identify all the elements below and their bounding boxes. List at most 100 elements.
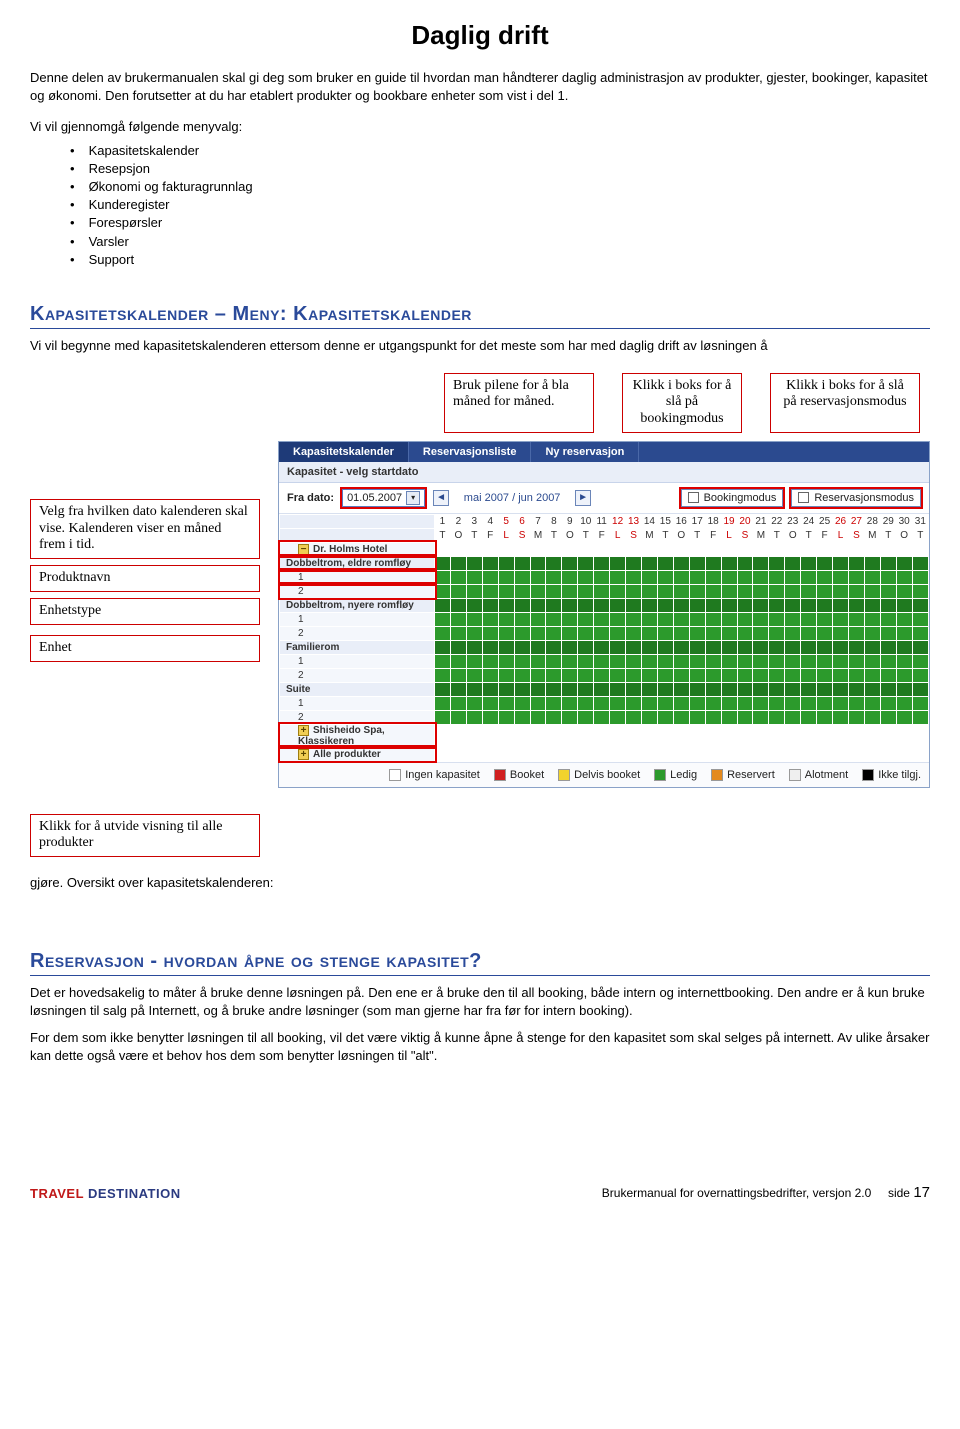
- calendar-cell[interactable]: [594, 640, 610, 654]
- calendar-cell[interactable]: [817, 668, 833, 682]
- calendar-cell[interactable]: [514, 747, 530, 761]
- calendar-cell[interactable]: [657, 640, 673, 654]
- calendar-cell[interactable]: [673, 682, 689, 696]
- calendar-cell[interactable]: [594, 668, 610, 682]
- calendar-cell[interactable]: [817, 542, 833, 556]
- calendar-cell[interactable]: [450, 626, 466, 640]
- calendar-cell[interactable]: [689, 570, 705, 584]
- calendar-cell[interactable]: [705, 668, 721, 682]
- calendar-cell[interactable]: [880, 696, 896, 710]
- calendar-cell[interactable]: [721, 598, 737, 612]
- calendar-cell[interactable]: [673, 668, 689, 682]
- calendar-cell[interactable]: [880, 626, 896, 640]
- calendar-cell[interactable]: [435, 556, 451, 570]
- calendar-cell[interactable]: [641, 724, 657, 747]
- calendar-cell[interactable]: [785, 584, 801, 598]
- calendar-cell[interactable]: [896, 612, 912, 626]
- calendar-cell[interactable]: [562, 626, 578, 640]
- calendar-cell[interactable]: [848, 710, 864, 724]
- calendar-cell[interactable]: [785, 598, 801, 612]
- calendar-cell[interactable]: [546, 682, 562, 696]
- calendar-cell[interactable]: [705, 612, 721, 626]
- calendar-cell[interactable]: [530, 682, 546, 696]
- calendar-cell[interactable]: [514, 584, 530, 598]
- calendar-cell[interactable]: [721, 640, 737, 654]
- calendar-cell[interactable]: [514, 654, 530, 668]
- calendar-cell[interactable]: [912, 640, 928, 654]
- calendar-cell[interactable]: [546, 640, 562, 654]
- calendar-cell[interactable]: [912, 724, 928, 747]
- calendar-cell[interactable]: [610, 626, 626, 640]
- calendar-cell[interactable]: [785, 668, 801, 682]
- calendar-cell[interactable]: [817, 598, 833, 612]
- calendar-cell[interactable]: [498, 654, 514, 668]
- calendar-cell[interactable]: [833, 542, 849, 556]
- calendar-cell[interactable]: [864, 640, 880, 654]
- calendar-cell[interactable]: [833, 570, 849, 584]
- calendar-cell[interactable]: [848, 696, 864, 710]
- calendar-cell[interactable]: [562, 542, 578, 556]
- calendar-cell[interactable]: [530, 570, 546, 584]
- calendar-cell[interactable]: [753, 710, 769, 724]
- calendar-cell[interactable]: [594, 696, 610, 710]
- calendar-cell[interactable]: [626, 584, 642, 598]
- calendar-cell[interactable]: [833, 556, 849, 570]
- calendar-cell[interactable]: [753, 640, 769, 654]
- calendar-cell[interactable]: [769, 584, 785, 598]
- calendar-cell[interactable]: [578, 612, 594, 626]
- calendar-cell[interactable]: [753, 570, 769, 584]
- calendar-cell[interactable]: [482, 724, 498, 747]
- calendar-cell[interactable]: [546, 556, 562, 570]
- calendar-cell[interactable]: [482, 668, 498, 682]
- calendar-cell[interactable]: [626, 626, 642, 640]
- calendar-cell[interactable]: [530, 640, 546, 654]
- calendar-cell[interactable]: [880, 668, 896, 682]
- calendar-cell[interactable]: [610, 747, 626, 761]
- calendar-cell[interactable]: [737, 654, 753, 668]
- calendar-cell[interactable]: [450, 710, 466, 724]
- calendar-cell[interactable]: [657, 542, 673, 556]
- calendar-cell[interactable]: [737, 556, 753, 570]
- calendar-cell[interactable]: [594, 542, 610, 556]
- calendar-cell[interactable]: [912, 598, 928, 612]
- calendar-cell[interactable]: [466, 570, 482, 584]
- calendar-cell[interactable]: [817, 556, 833, 570]
- calendar-cell[interactable]: [546, 612, 562, 626]
- calendar-cell[interactable]: [753, 626, 769, 640]
- calendar-cell[interactable]: [466, 556, 482, 570]
- calendar-cell[interactable]: [848, 747, 864, 761]
- calendar-cell[interactable]: [912, 584, 928, 598]
- calendar-cell[interactable]: [689, 710, 705, 724]
- calendar-cell[interactable]: [498, 570, 514, 584]
- calendar-cell[interactable]: [514, 626, 530, 640]
- calendar-cell[interactable]: [514, 542, 530, 556]
- calendar-cell[interactable]: [498, 696, 514, 710]
- calendar-cell[interactable]: [482, 570, 498, 584]
- calendar-cell[interactable]: [578, 668, 594, 682]
- calendar-cell[interactable]: [880, 570, 896, 584]
- calendar-cell[interactable]: [466, 598, 482, 612]
- calendar-cell[interactable]: [578, 626, 594, 640]
- calendar-cell[interactable]: [864, 626, 880, 640]
- calendar-cell[interactable]: [626, 682, 642, 696]
- calendar-cell[interactable]: [801, 598, 817, 612]
- calendar-cell[interactable]: [498, 612, 514, 626]
- calendar-cell[interactable]: [721, 682, 737, 696]
- calendar-cell[interactable]: [657, 654, 673, 668]
- calendar-cell[interactable]: [769, 612, 785, 626]
- calendar-cell[interactable]: [610, 724, 626, 747]
- calendar-cell[interactable]: [482, 640, 498, 654]
- calendar-cell[interactable]: [530, 724, 546, 747]
- calendar-cell[interactable]: [657, 747, 673, 761]
- calendar-cell[interactable]: [466, 668, 482, 682]
- calendar-cell[interactable]: [705, 710, 721, 724]
- calendar-cell[interactable]: [817, 696, 833, 710]
- calendar-cell[interactable]: [530, 710, 546, 724]
- calendar-cell[interactable]: [546, 696, 562, 710]
- calendar-cell[interactable]: [705, 556, 721, 570]
- calendar-cell[interactable]: [833, 710, 849, 724]
- calendar-cell[interactable]: [626, 696, 642, 710]
- calendar-cell[interactable]: [450, 556, 466, 570]
- calendar-cell[interactable]: [817, 640, 833, 654]
- calendar-cell[interactable]: [673, 640, 689, 654]
